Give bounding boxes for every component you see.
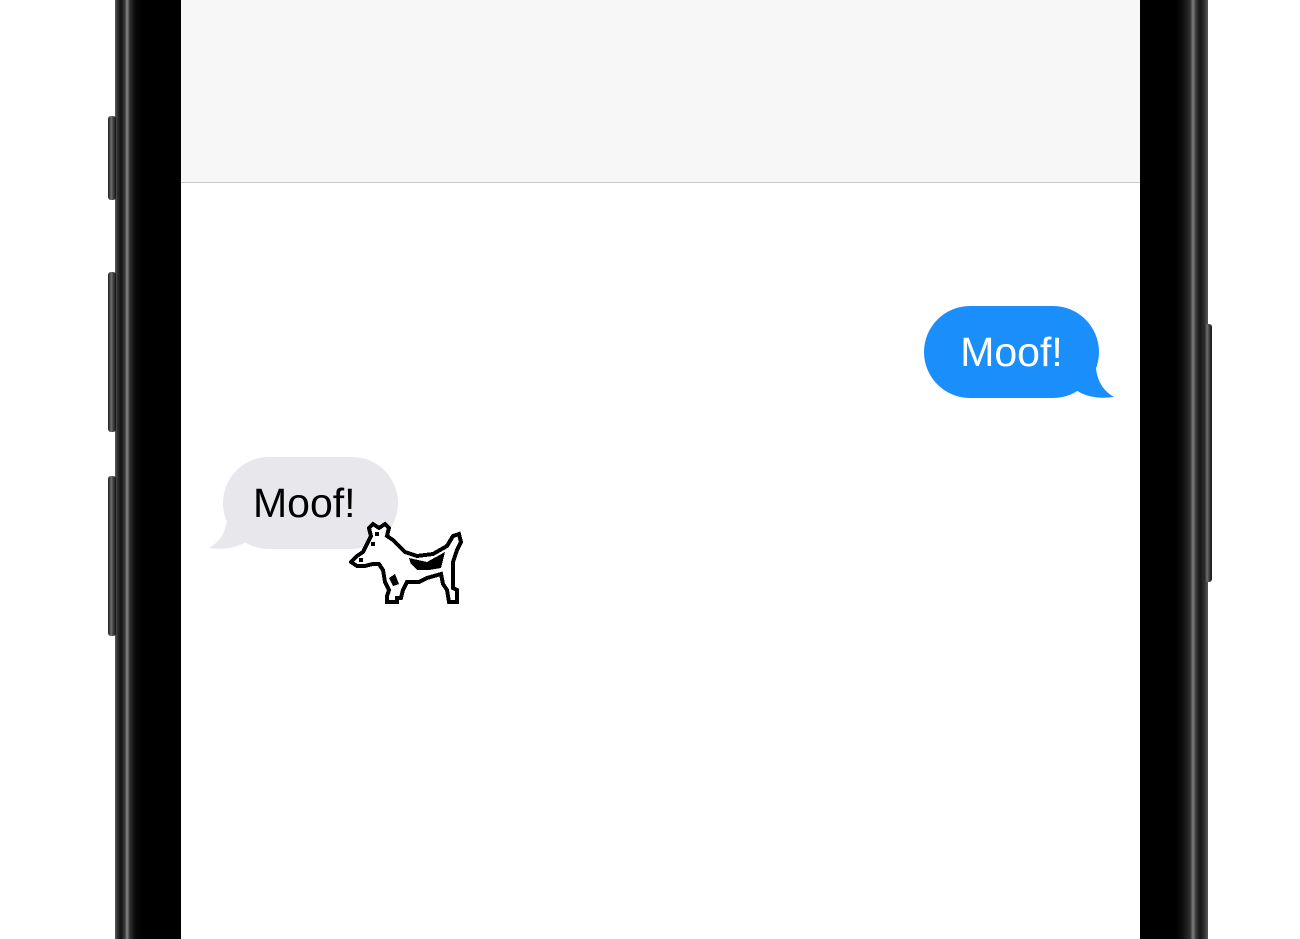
message-thread[interactable]: Moof! Moof! bbox=[181, 183, 1140, 939]
messages-screen: Moof! Moof! bbox=[181, 0, 1140, 939]
dogcow-icon bbox=[349, 521, 464, 604]
received-message-text: Moof! bbox=[253, 480, 356, 526]
conversation-header bbox=[181, 0, 1140, 183]
volume-down-button bbox=[108, 476, 116, 636]
sent-message-text: Moof! bbox=[960, 329, 1063, 375]
phone-frame-left bbox=[115, 0, 181, 939]
phone-mockup: Moof! Moof! bbox=[0, 0, 1300, 939]
phone-frame-right bbox=[1140, 0, 1208, 939]
volume-up-button bbox=[108, 272, 116, 432]
power-button bbox=[1204, 324, 1212, 582]
sent-message-bubble[interactable]: Moof! bbox=[924, 306, 1099, 398]
mute-switch bbox=[108, 116, 116, 200]
